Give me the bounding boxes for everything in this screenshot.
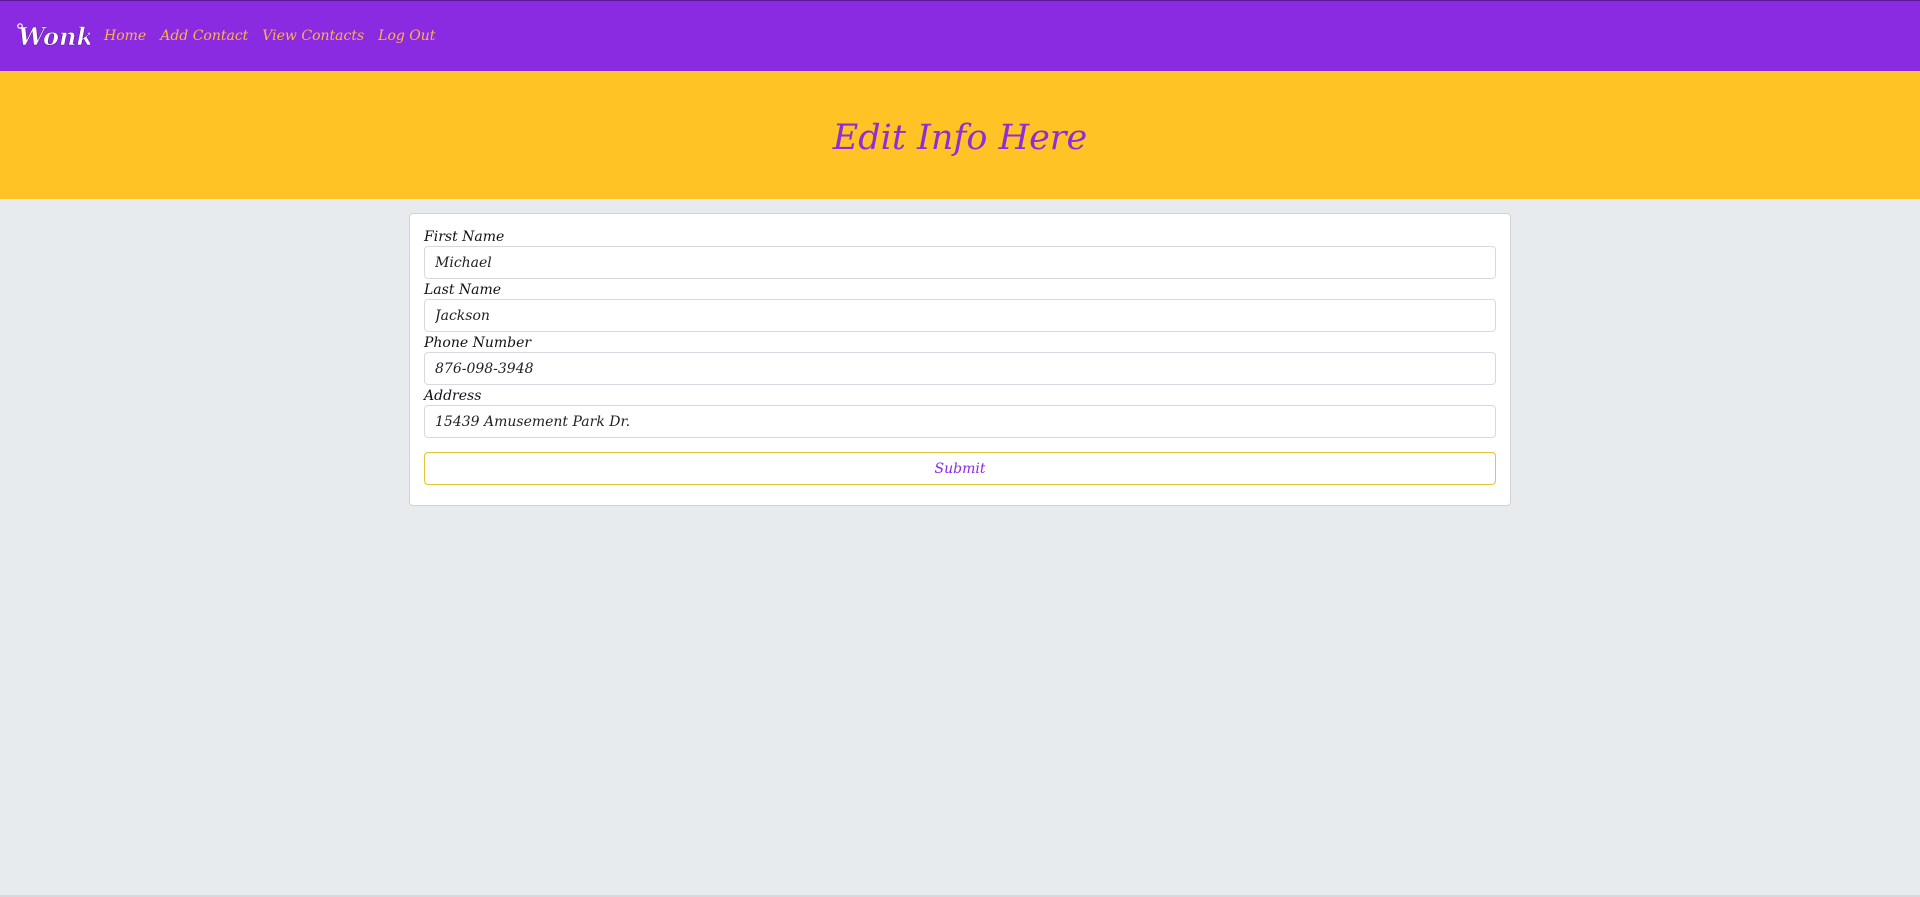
last-name-label: Last Name (424, 282, 502, 298)
top-navbar: Wonka Home Add Contact View Contacts Log… (0, 0, 1920, 71)
nav-log-out-link[interactable]: Log Out (378, 28, 435, 44)
nav-home-link[interactable]: Home (104, 28, 146, 44)
phone-number-input[interactable] (424, 352, 1496, 385)
submit-button[interactable]: Submit (424, 452, 1496, 485)
nav-add-contact-link[interactable]: Add Contact (160, 28, 248, 44)
address-input[interactable] (424, 405, 1496, 438)
nav-view-contacts-link[interactable]: View Contacts (262, 28, 364, 44)
edit-contact-form: First Name Last Name Phone Number Addres… (409, 213, 1511, 506)
first-name-input[interactable] (424, 246, 1496, 279)
nav-links: Home Add Contact View Contacts Log Out (104, 28, 435, 44)
page: Wonka Home Add Contact View Contacts Log… (0, 0, 1920, 897)
logo-text: Wonka (18, 22, 90, 51)
first-name-label: First Name (424, 229, 505, 245)
phone-number-label: Phone Number (424, 335, 532, 351)
hero-banner: Edit Info Here (0, 71, 1920, 199)
wonka-logo[interactable]: Wonka (14, 16, 90, 56)
last-name-input[interactable] (424, 299, 1496, 332)
page-title: Edit Info Here (832, 118, 1088, 158)
address-label: Address (424, 388, 482, 404)
